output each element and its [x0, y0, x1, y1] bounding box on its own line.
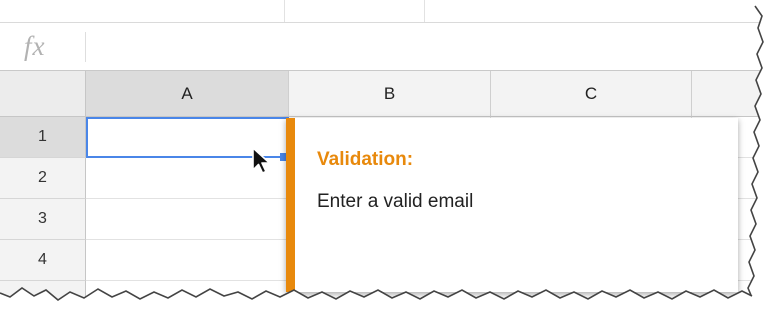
validation-message: Enter a valid email: [317, 191, 474, 212]
fx-icon: fx: [24, 31, 46, 61]
formula-bar-separator: [85, 32, 86, 62]
cell-a4[interactable]: [86, 240, 289, 281]
row-header-5[interactable]: 5: [0, 281, 86, 322]
formula-input[interactable]: [96, 32, 740, 64]
row-header-4[interactable]: 4: [0, 240, 86, 281]
validation-title: Validation:: [317, 149, 414, 170]
column-header-d[interactable]: [692, 71, 764, 117]
column-header-b[interactable]: B: [289, 71, 491, 117]
toolbar-strip: [0, 0, 764, 23]
row-header-2[interactable]: 2: [0, 158, 86, 199]
mouse-pointer-icon: [252, 147, 271, 174]
formula-bar: fx: [0, 23, 764, 71]
row-header-1[interactable]: 1: [0, 117, 86, 158]
toolbar-divider: [284, 0, 285, 22]
cell-a5[interactable]: [86, 281, 289, 322]
cell-a3[interactable]: [86, 199, 289, 240]
select-all-corner[interactable]: [0, 71, 86, 117]
column-header-a[interactable]: A: [86, 71, 289, 117]
validation-popup: Validation: Enter a valid email: [286, 118, 738, 292]
spreadsheet: fx A B C 1 2 3 4 5 Validation: Enter a v…: [0, 0, 764, 322]
column-header-c[interactable]: C: [491, 71, 692, 117]
toolbar-divider: [424, 0, 425, 22]
row-header-3[interactable]: 3: [0, 199, 86, 240]
